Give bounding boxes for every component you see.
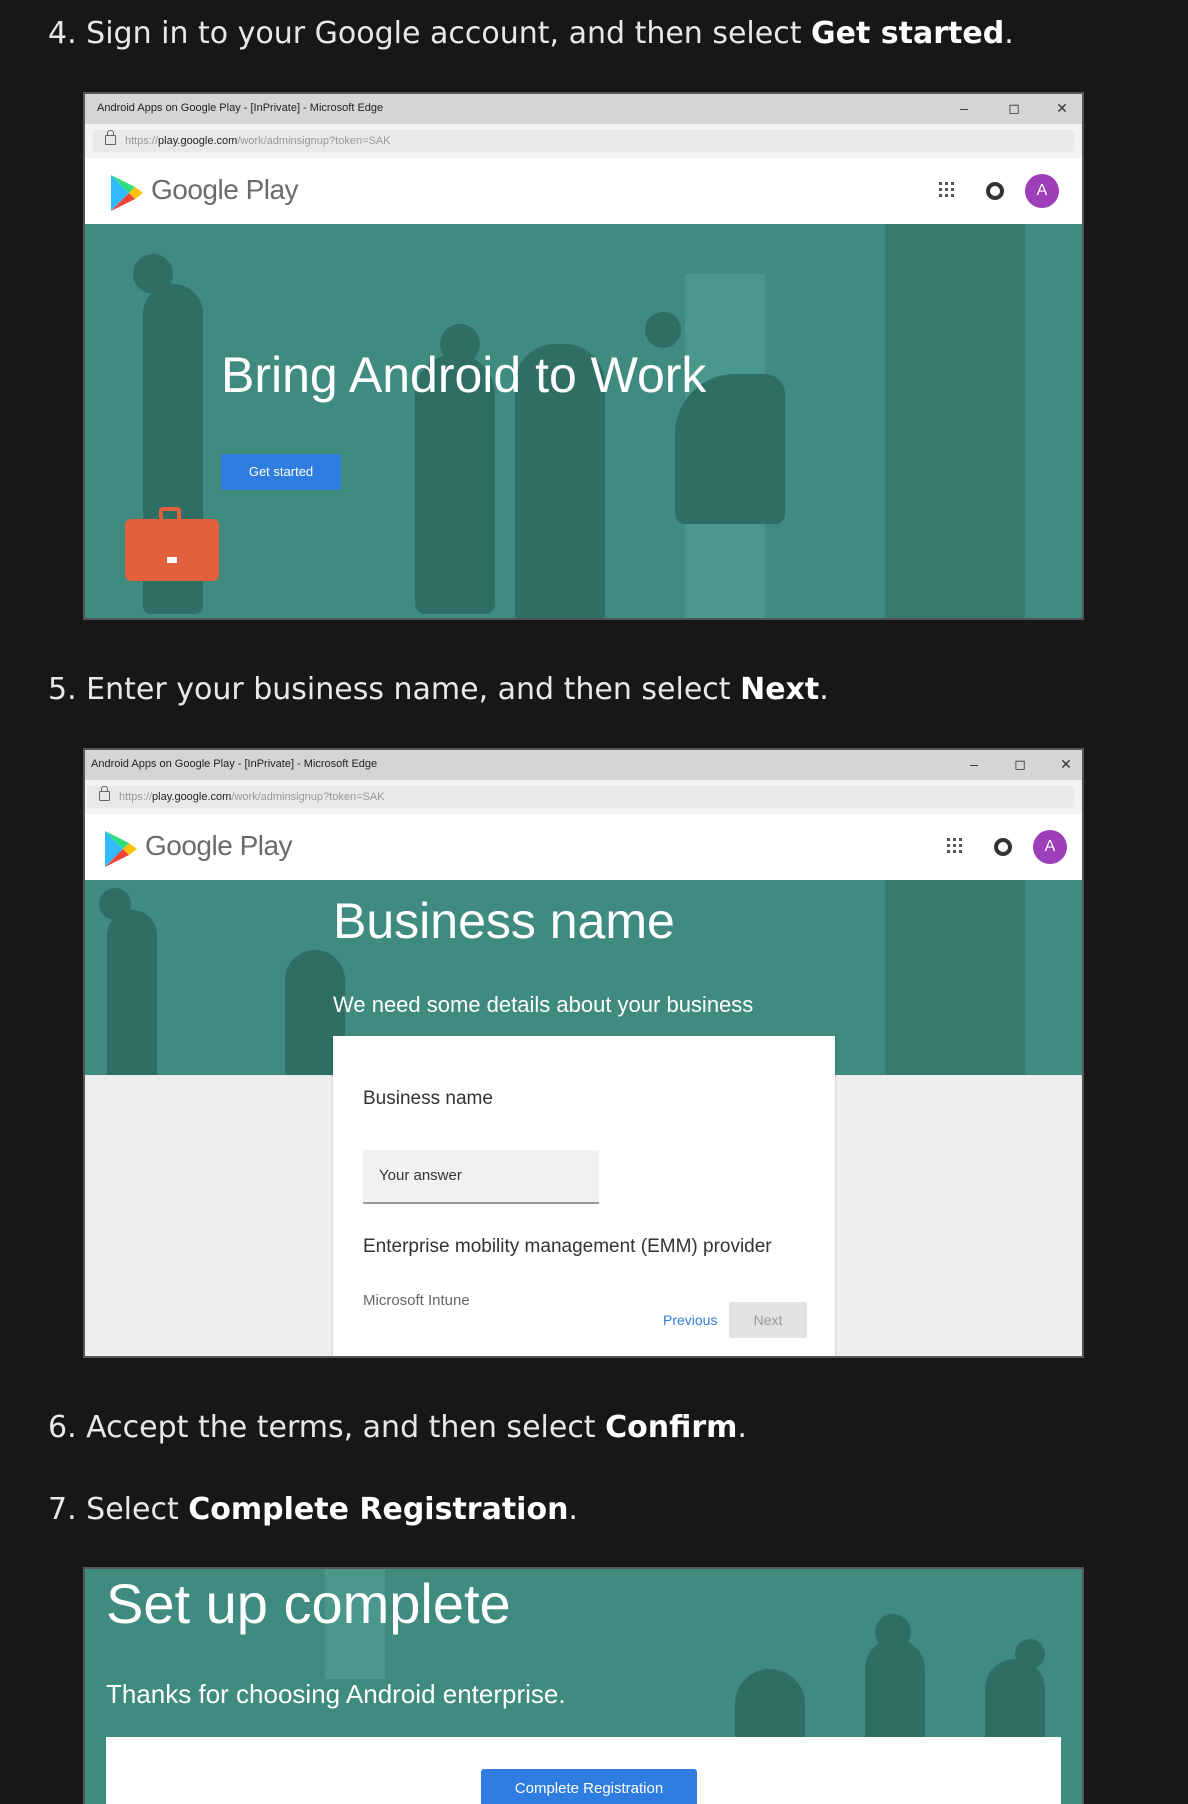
url-domain: play.google.com: [152, 791, 232, 803]
lock-icon: [99, 786, 110, 801]
step-number: 7.: [48, 1492, 77, 1527]
step-text: Accept the terms, and then select: [86, 1410, 606, 1445]
url-scheme: https://: [119, 791, 153, 803]
google-play-brand: Google Play: [145, 830, 293, 861]
minimize-button[interactable]: –: [964, 754, 984, 774]
maximize-button[interactable]: ◻: [1010, 754, 1030, 774]
step-text: Select: [86, 1492, 189, 1527]
step-bold: Complete Registration: [188, 1492, 569, 1527]
google-play-logo-icon: [111, 175, 143, 211]
step-text-end: .: [737, 1410, 747, 1445]
screenshot-get-started: Android Apps on Google Play - [InPrivate…: [83, 92, 1084, 620]
google-play-brand: Google Play: [151, 174, 299, 205]
step-5: 5. Enter your business name, and then se…: [48, 672, 829, 708]
step-number: 5.: [48, 672, 77, 707]
scenery-head: [875, 1614, 911, 1650]
step-number: 6.: [48, 1410, 77, 1445]
complete-registration-button[interactable]: Complete Registration: [481, 1769, 697, 1804]
scenery-head: [99, 888, 131, 920]
google-play-logo-icon: [105, 831, 137, 867]
emm-provider-label: Enterprise mobility management (EMM) pro…: [363, 1236, 772, 1257]
scenery-panel: [885, 880, 1025, 1080]
page-subtitle: We need some details about your business: [333, 992, 754, 1017]
step-number: 4.: [48, 16, 77, 51]
browser-titlebar: Android Apps on Google Play - [InPrivate…: [85, 750, 1082, 780]
scenery-panel: [885, 224, 1025, 618]
step-7: 7. Select Complete Registration.: [48, 1492, 578, 1528]
step-text-end: .: [568, 1492, 578, 1527]
step-6: 6. Accept the terms, and then select Con…: [48, 1410, 747, 1446]
screenshot-business-name: Android Apps on Google Play - [InPrivate…: [83, 748, 1084, 1358]
window-title: Android Apps on Google Play - [InPrivate…: [91, 758, 378, 770]
emm-provider-value: Microsoft Intune: [363, 1292, 470, 1309]
scenery-head: [645, 312, 681, 348]
avatar[interactable]: A: [1025, 174, 1059, 208]
screenshot-setup-complete: Set up complete Thanks for choosing Andr…: [83, 1567, 1084, 1804]
business-name-label: Business name: [363, 1088, 493, 1109]
page-subtitle: Thanks for choosing Android enterprise.: [106, 1679, 566, 1709]
google-play-header: Google Play A: [85, 158, 1082, 224]
browser-titlebar: Android Apps on Google Play - [InPrivate…: [85, 94, 1082, 124]
notifications-icon[interactable]: [993, 837, 1013, 857]
address-bar[interactable]: https://play.google.com/work/adminsignup…: [85, 124, 1082, 158]
business-form-card: Business name Your answer Enterprise mob…: [333, 1036, 835, 1356]
step-bold: Confirm: [605, 1410, 738, 1445]
get-started-button[interactable]: Get started: [221, 454, 341, 490]
apps-grid-icon[interactable]: [939, 182, 957, 200]
url-path: /work/adminsignup?token=SAK: [231, 791, 385, 803]
page-title: Business name: [333, 893, 675, 949]
close-button[interactable]: ✕: [1056, 754, 1076, 774]
step-bold: Get started: [811, 16, 1005, 51]
maximize-button[interactable]: ◻: [1004, 98, 1024, 118]
briefcase-icon: [125, 507, 219, 581]
step-text-end: .: [1004, 16, 1014, 51]
url-scheme: https://: [125, 135, 159, 147]
url-field[interactable]: https://play.google.com/work/adminsignup…: [93, 130, 1074, 152]
scenery-head: [1015, 1639, 1045, 1669]
scenery-person: [107, 910, 157, 1080]
avatar[interactable]: A: [1033, 830, 1067, 864]
url-domain: play.google.com: [158, 135, 238, 147]
previous-button[interactable]: Previous: [663, 1312, 717, 1328]
page-title: Set up complete: [106, 1572, 511, 1635]
url-field[interactable]: https://play.google.com/work/adminsignup…: [87, 786, 1074, 808]
window-title: Android Apps on Google Play - [InPrivate…: [97, 102, 384, 114]
close-button[interactable]: ✕: [1052, 98, 1072, 118]
business-name-input[interactable]: Your answer: [363, 1150, 599, 1204]
google-play-header: Google Play A: [85, 814, 1082, 880]
scenery-head: [133, 254, 173, 294]
minimize-button[interactable]: –: [954, 98, 974, 118]
step-text-end: .: [819, 672, 829, 707]
lock-icon: [105, 130, 116, 145]
hero-title: Bring Android to Work: [221, 347, 707, 403]
step-bold: Next: [740, 672, 820, 707]
step-text: Enter your business name, and then selec…: [86, 672, 741, 707]
next-button[interactable]: Next: [729, 1302, 807, 1338]
address-bar[interactable]: https://play.google.com/work/adminsignup…: [85, 780, 1082, 814]
url-path: /work/adminsignup?token=SAK: [237, 135, 391, 147]
apps-grid-icon[interactable]: [947, 838, 965, 856]
step-text: Sign in to your Google account, and then…: [86, 16, 812, 51]
notifications-icon[interactable]: [985, 181, 1005, 201]
step-4: 4. Sign in to your Google account, and t…: [48, 16, 1014, 52]
